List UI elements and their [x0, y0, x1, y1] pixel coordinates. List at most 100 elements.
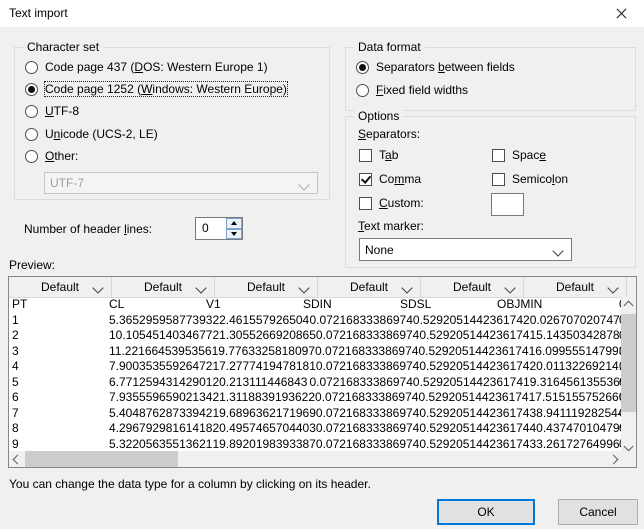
column-type-dropdown[interactable]: Default [112, 277, 215, 297]
preview-data-row: 47.9003535592647217.27774194781810.07216… [9, 359, 636, 375]
preview-cell: 0.07216833386974 [316, 421, 419, 437]
chevron-down-icon [504, 282, 515, 293]
options-legend: Options [354, 109, 403, 123]
horizontal-scrollbar-thumb[interactable] [25, 451, 178, 467]
preview-cell: 19.6896362171969 [212, 406, 315, 422]
checkbox-label: Space [512, 148, 546, 162]
preview-cell: 38.9411192825443 [529, 406, 631, 422]
header-lines-label: Number of header lines: [24, 222, 152, 236]
checkbox-icon [492, 173, 505, 186]
preview-cell: 0.07216833386974 [316, 437, 419, 453]
preview-cell: 20.4957465704403 [212, 421, 315, 437]
titlebar: Text import [0, 0, 644, 27]
preview-cell: V1 [206, 297, 303, 313]
character-set-radio-utf-8[interactable]: UTF-8 [25, 103, 79, 119]
preview-cell: 19.7763325818097 [212, 344, 315, 360]
character-set-radio-unicode-ucs-2-le[interactable]: Unicode (UCS-2, LE) [25, 126, 158, 142]
radio-icon [25, 128, 38, 141]
checkbox-label: Semicolon [512, 172, 568, 186]
column-type-dropdown[interactable]: Default [215, 277, 318, 297]
checkbox-label: Custom: [379, 196, 424, 210]
separator-checkbox-custom[interactable]: Custom: [359, 195, 424, 211]
separator-checkbox-tab[interactable]: Tab [359, 147, 398, 163]
preview-cell: 22.461557926504 [212, 313, 309, 329]
character-set-radio-other[interactable]: Other: [25, 148, 78, 164]
text-import-dialog: Text import Character set Code page 437 … [0, 0, 644, 529]
ok-button-label: OK [477, 505, 494, 519]
header-lines-spinner[interactable]: 0 [195, 217, 243, 240]
text-marker-label: Text marker: [358, 219, 424, 233]
checkbox-label: Tab [379, 148, 398, 162]
character-set-legend: Character set [23, 40, 103, 54]
separator-checkbox-semicolon[interactable]: Semicolon [492, 171, 568, 187]
preview-cell: 1 [12, 313, 109, 329]
window-title: Text import [9, 6, 68, 20]
scroll-right-button[interactable] [605, 451, 621, 467]
preview-cell: 4.29679298161418 [109, 421, 212, 437]
close-button[interactable] [599, 0, 644, 27]
preview-cell: 17.2777419478181 [212, 359, 315, 375]
preview-rows: PTCLV1SDINSDSLOBJMIN015.3652959587739322… [9, 297, 636, 467]
footer-hint: You can change the data type for a colum… [9, 477, 371, 491]
data-format-group: Data format Separators between fieldsFix… [345, 47, 636, 111]
preview-data-row: 311.221664539535619.77633258180970.07216… [9, 344, 636, 360]
separator-checkbox-comma[interactable]: Comma [359, 171, 421, 187]
preview-cell: 5.36529595877393 [109, 313, 212, 329]
spin-down-icon [231, 232, 237, 236]
checkbox-icon [359, 149, 372, 162]
preview-cell: 0.07216833386974 [316, 406, 419, 422]
scrollbar-corner [621, 451, 636, 467]
checkbox-icon [359, 197, 372, 210]
checkbox-label: Comma [379, 172, 421, 186]
custom-separator-input[interactable] [491, 193, 524, 216]
column-type-dropdown[interactable]: Default [524, 277, 627, 297]
spin-down-button[interactable] [226, 229, 242, 240]
preview-cell: 11.2216645395356 [109, 344, 212, 360]
column-type-dropdown[interactable]: Default [9, 277, 112, 297]
column-type-dropdown[interactable]: Default [627, 277, 636, 297]
preview-cell: 40.4374701047999 [529, 421, 632, 437]
preview-cell: 7 [12, 406, 109, 422]
close-icon [616, 8, 627, 19]
vertical-scrollbar-thumb[interactable] [621, 314, 636, 412]
checkbox-icon [492, 149, 505, 162]
other-encoding-combobox: UTF-7 [44, 172, 318, 194]
preview-cell: 7.90035355926472 [109, 359, 212, 375]
text-marker-combobox[interactable]: None [359, 238, 572, 261]
ok-button[interactable]: OK [437, 499, 535, 525]
radio-label: UTF-8 [45, 104, 79, 118]
character-set-radio-code-page-1252-windows-western-europe[interactable]: Code page 1252 (Windows: Western Europe) [25, 81, 287, 97]
preview-data-row: 95.3220563551362119.89201983933870.07216… [9, 437, 636, 453]
column-type-dropdown[interactable]: Default [318, 277, 421, 297]
radio-label: Code page 1252 (Windows: Western Europe) [45, 82, 287, 96]
spin-up-button[interactable] [226, 218, 242, 229]
scroll-up-button[interactable] [621, 297, 636, 313]
preview-cell: 17.5151557526602 [529, 390, 632, 406]
text-marker-value: None [365, 243, 394, 257]
scroll-left-button[interactable] [9, 451, 25, 467]
data-format-radio-separators-between-fields[interactable]: Separators between fields [356, 59, 515, 75]
column-type-label: Default [556, 280, 594, 294]
chevron-down-icon [298, 179, 309, 190]
preview-cell: 10.1054514034677 [109, 328, 212, 344]
preview-cell: 5 [12, 375, 109, 391]
preview-cell: 0.07216833386974 [315, 344, 418, 360]
radio-icon [25, 105, 38, 118]
preview-cell: 16.0995551479935 [529, 344, 632, 360]
preview-cell: SDIN [303, 297, 400, 313]
preview-cell: 0.07216833386974 [316, 328, 419, 344]
preview-cell: OBJMIN [497, 297, 594, 313]
column-type-dropdown[interactable]: Default [421, 277, 524, 297]
preview-cell: 20.0113226921417 [529, 359, 632, 375]
cancel-button[interactable]: Cancel [558, 499, 638, 525]
preview-cell: 0.529205144236174 [419, 359, 529, 375]
preview-data-row: 56.7712594314290120.2131114468430.072168… [9, 375, 636, 391]
separator-checkbox-space[interactable]: Space [492, 147, 546, 163]
scroll-down-icon [624, 441, 634, 451]
character-set-radio-code-page-437-dos-western-europe-1[interactable]: Code page 437 (DOS: Western Europe 1) [25, 59, 268, 75]
preview-cell: 19.3164561355369 [523, 375, 626, 391]
vertical-scrollbar[interactable] [621, 297, 636, 454]
data-format-radio-fixed-field-widths[interactable]: Fixed field widths [356, 82, 468, 98]
horizontal-scrollbar[interactable] [9, 451, 621, 467]
preview-cell: 0.07216833386974 [309, 313, 412, 329]
